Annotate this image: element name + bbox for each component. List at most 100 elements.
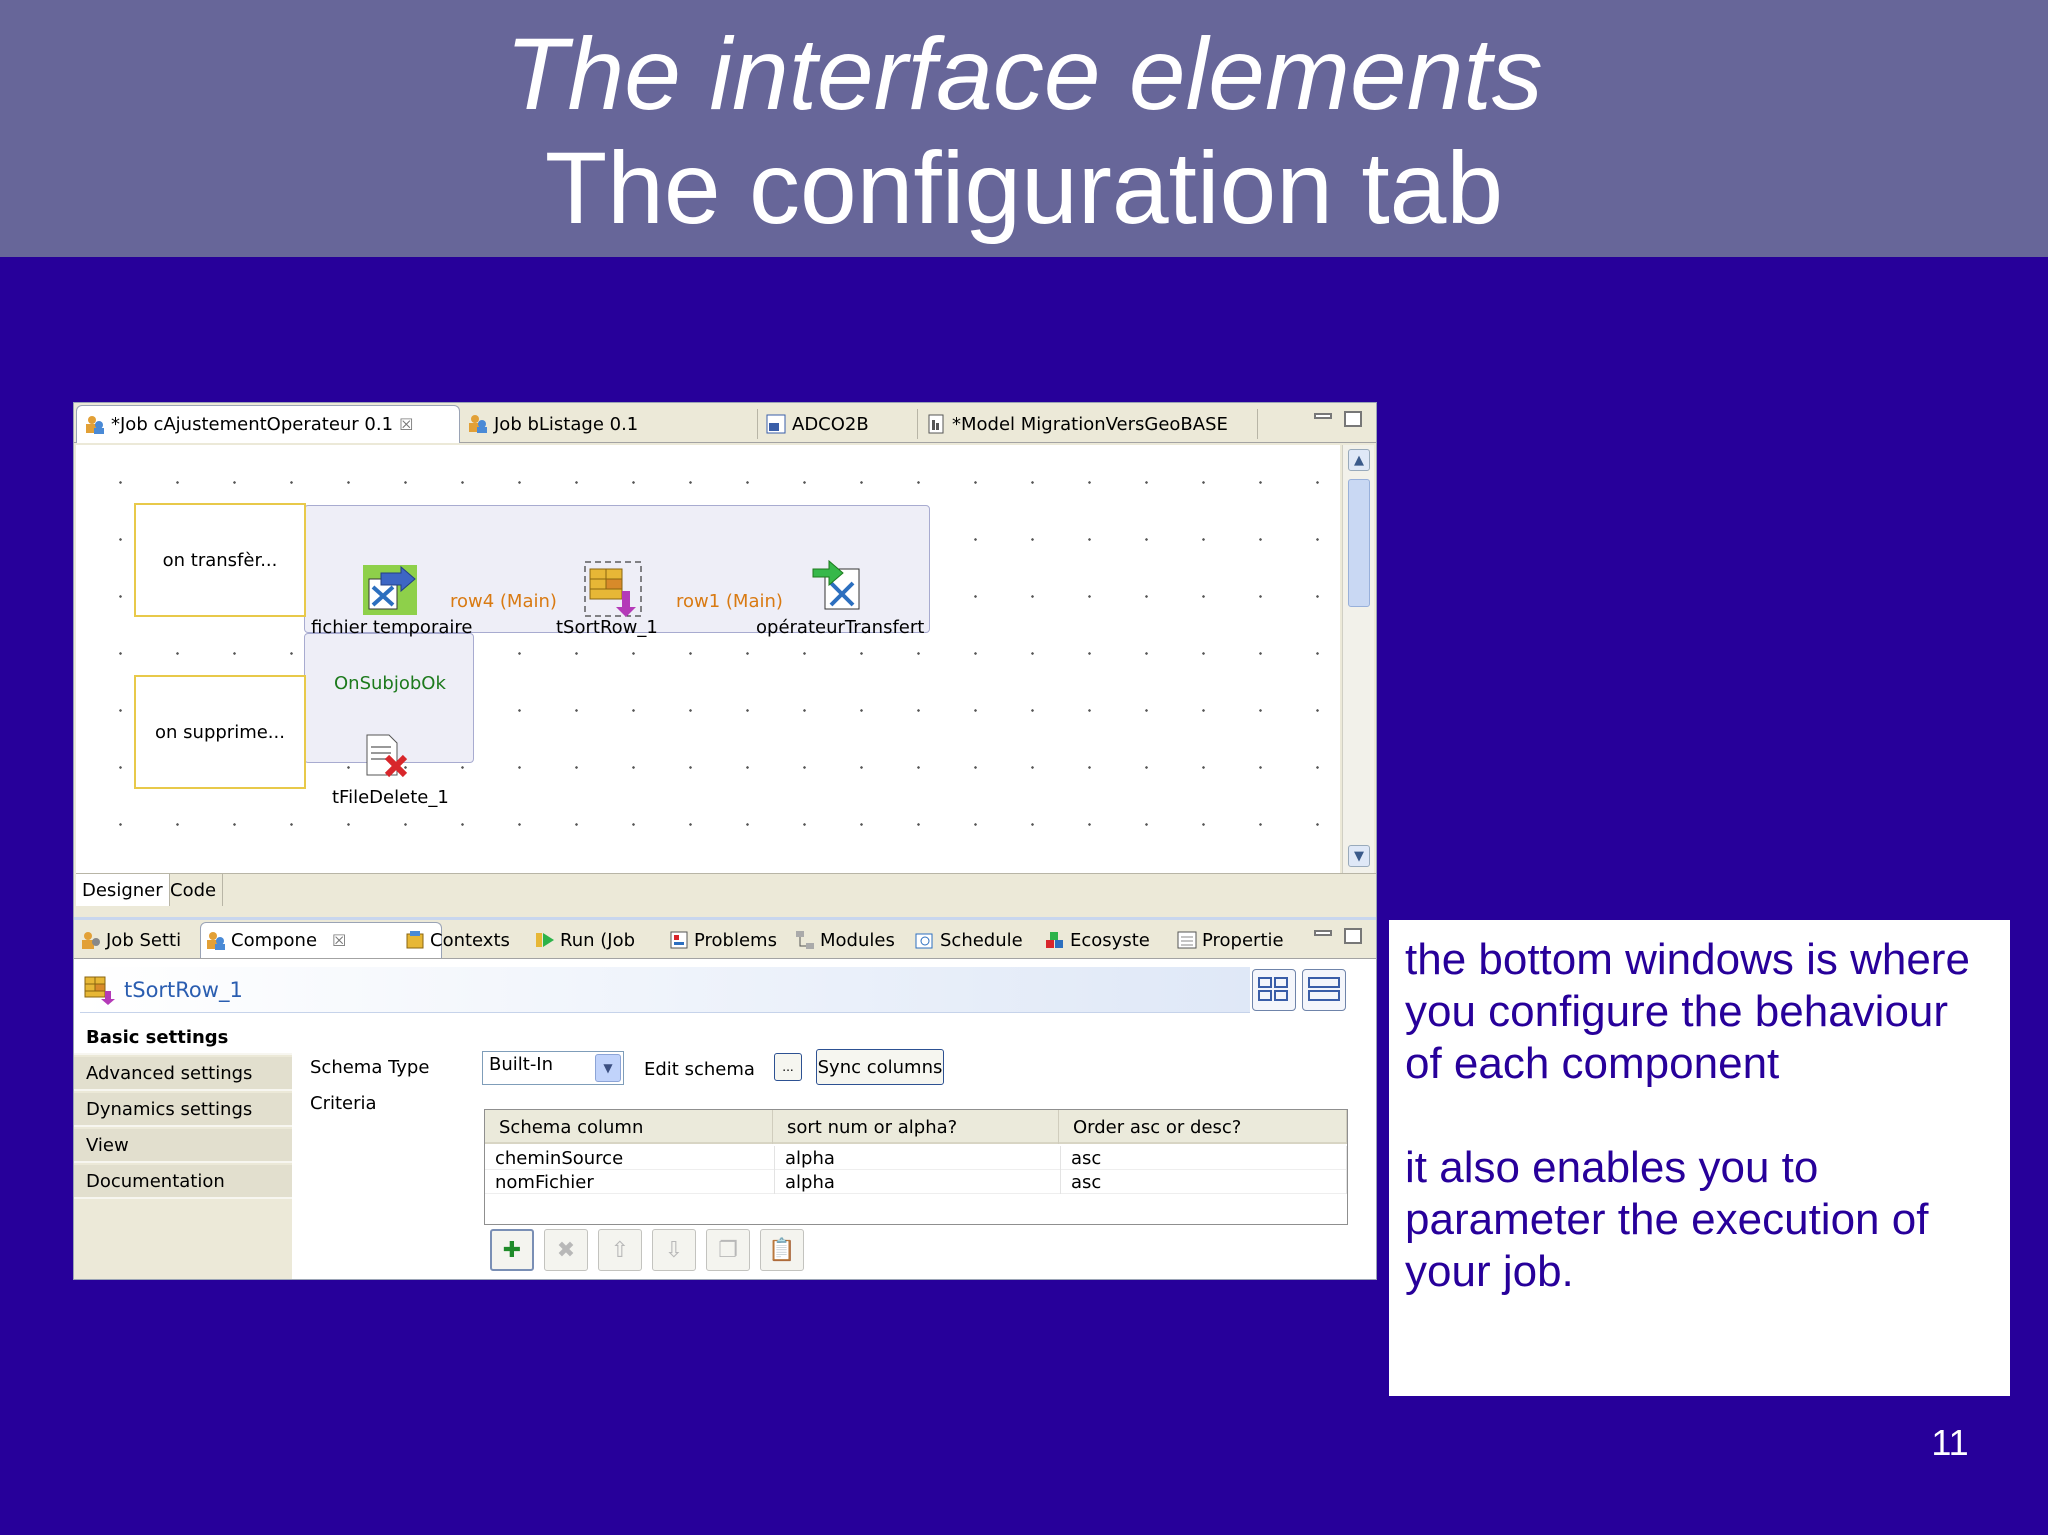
tab-label: ADCO2B — [792, 413, 869, 435]
tab-label: Propertie — [1202, 929, 1284, 951]
note-delete[interactable]: on supprime... — [134, 675, 306, 789]
close-icon[interactable]: ☒ — [332, 931, 346, 950]
file-output-icon — [812, 559, 860, 610]
caption-box: the bottom windows is where you configur… — [1389, 920, 2010, 1396]
sort-row-icon — [584, 561, 642, 617]
component-panel: tSortRow_1 Basic settings Advanced setti… — [74, 959, 1376, 1279]
maximize-icon[interactable] — [1344, 411, 1362, 427]
table-cell[interactable]: asc — [1061, 1146, 1347, 1170]
tab-designer[interactable]: Designer — [76, 874, 170, 906]
sidebar-item-dynamics-settings[interactable]: Dynamics settings — [74, 1093, 292, 1127]
tab-job-blistage[interactable]: Job bListage 0.1 — [460, 405, 758, 443]
sidebar-item-view[interactable]: View — [74, 1129, 292, 1163]
tab-label: Modules — [820, 929, 895, 951]
caption-paragraph: the bottom windows is where you configur… — [1405, 935, 1970, 1088]
talend-screenshot: *Job cAjustementOperateur 0.1 ☒ Job bLis… — [73, 402, 1377, 1280]
move-up-icon[interactable]: ⇧ — [598, 1229, 642, 1271]
ecosystem-icon — [1045, 930, 1065, 950]
link-label: row1 (Main) — [676, 591, 783, 612]
business-model-icon — [926, 414, 946, 434]
designer-code-tabs: Designer Code — [76, 873, 1376, 907]
tab-ecosystem[interactable]: Ecosyste — [1040, 922, 1155, 958]
editor-tab-bar: *Job cAjustementOperateur 0.1 ☒ Job bLis… — [74, 403, 1376, 443]
note-text: on supprime... — [155, 721, 285, 743]
tab-job-settings[interactable]: Job Setti — [76, 922, 186, 958]
tab-label: Contexts — [430, 929, 510, 951]
add-icon[interactable]: ✚ — [490, 1229, 534, 1271]
table-cell[interactable]: nomFichier — [485, 1170, 775, 1194]
maximize-icon[interactable] — [1344, 928, 1362, 944]
schedule-icon — [915, 930, 935, 950]
tab-modules[interactable]: Modules — [790, 922, 900, 958]
properties-icon — [1177, 930, 1197, 950]
sidebar-item-basic-settings[interactable]: Basic settings — [74, 1021, 292, 1055]
job-icon — [468, 414, 488, 434]
page-number: 11 — [1931, 1422, 1969, 1463]
sidebar-item-documentation[interactable]: Documentation — [74, 1165, 292, 1199]
minimize-icon[interactable] — [1314, 413, 1332, 419]
scroll-up-icon[interactable]: ▲ — [1348, 449, 1370, 471]
metadata-icon — [766, 414, 786, 434]
move-down-icon[interactable]: ⇩ — [652, 1229, 696, 1271]
schema-type-select[interactable]: Built-In ▼ — [482, 1051, 624, 1085]
tab-job-cajustement[interactable]: *Job cAjustementOperateur 0.1 ☒ — [76, 405, 460, 443]
criteria-label: Criteria — [310, 1093, 377, 1114]
column-header[interactable]: Order asc or desc? — [1059, 1110, 1347, 1144]
tab-adco2b[interactable]: ADCO2B — [758, 405, 918, 443]
tab-label: Ecosyste — [1070, 929, 1150, 951]
table-cell[interactable]: alpha — [775, 1170, 1061, 1194]
close-icon[interactable]: ☒ — [399, 415, 413, 434]
table-row[interactable]: cheminSource alpha asc — [485, 1146, 1347, 1170]
tab-model-migration[interactable]: *Model MigrationVersGeoBASE — [918, 405, 1258, 443]
note-transfer[interactable]: on transfèr... — [134, 503, 306, 617]
column-header[interactable]: Schema column — [485, 1110, 773, 1144]
designer-canvas[interactable]: on transfèr... on supprime... fichier te… — [76, 445, 1340, 873]
link-label: row4 (Main) — [450, 591, 557, 612]
component-fichier-temporaire[interactable] — [363, 565, 417, 615]
scroll-down-icon[interactable]: ▼ — [1348, 845, 1370, 867]
table-cell[interactable]: cheminSource — [485, 1146, 775, 1170]
schema-type-value: Built-In — [489, 1054, 554, 1075]
canvas-scrollbar[interactable]: ▲ ▼ — [1342, 445, 1374, 873]
tab-label: Compone — [231, 930, 318, 951]
column-header[interactable]: sort num or alpha? — [773, 1110, 1059, 1144]
table-view-icon[interactable] — [1252, 969, 1296, 1011]
component-icon — [206, 931, 226, 951]
note-text: on transfèr... — [162, 549, 278, 571]
chevron-down-icon[interactable]: ▼ — [595, 1054, 621, 1082]
component-operateur-transfert[interactable] — [811, 559, 867, 615]
form-view-icon[interactable] — [1302, 969, 1346, 1011]
trigger-label: OnSubjobOk — [334, 673, 446, 694]
table-cell[interactable]: asc — [1061, 1170, 1347, 1194]
component-tsortrow[interactable] — [584, 561, 642, 617]
sidebar-item-advanced-settings[interactable]: Advanced settings — [74, 1057, 292, 1091]
scroll-thumb[interactable] — [1348, 479, 1370, 607]
modules-icon — [795, 930, 815, 950]
tab-code[interactable]: Code — [164, 874, 224, 906]
paste-icon[interactable]: 📋 — [760, 1229, 804, 1271]
tab-run-job[interactable]: Run (Job — [530, 922, 640, 958]
view-tab-bar: Job Setti Compone ☒ Contexts Run (Job Pr… — [74, 917, 1376, 959]
file-input-icon — [363, 565, 417, 615]
tab-label: Job Setti — [106, 929, 182, 951]
component-tfiledelete[interactable] — [361, 731, 411, 779]
sync-columns-button[interactable]: Sync columns — [816, 1049, 944, 1085]
component-label: opérateurTransfert — [756, 617, 925, 638]
delete-icon[interactable]: ✖ — [544, 1229, 588, 1271]
edit-schema-button[interactable]: ... — [774, 1053, 802, 1081]
table-cell[interactable]: alpha — [775, 1146, 1061, 1170]
copy-icon[interactable]: ❐ — [706, 1229, 750, 1271]
caption-paragraph: it also enables you to parameter the exe… — [1405, 1143, 1929, 1296]
settings-sidebar: Basic settings Advanced settings Dynamic… — [74, 1021, 292, 1279]
tab-properties[interactable]: Propertie — [1172, 922, 1289, 958]
tab-contexts[interactable]: Contexts — [400, 922, 515, 958]
sort-row-icon — [84, 975, 116, 1005]
tab-scheduler[interactable]: Schedule — [910, 922, 1028, 958]
tab-problems[interactable]: Problems — [664, 922, 782, 958]
job-settings-icon — [81, 930, 101, 950]
problems-icon — [669, 930, 689, 950]
component-name: tSortRow_1 — [124, 977, 243, 1002]
minimize-icon[interactable] — [1314, 930, 1332, 936]
criteria-table[interactable]: Schema column sort num or alpha? Order a… — [484, 1109, 1348, 1225]
table-row[interactable]: nomFichier alpha asc — [485, 1170, 1347, 1194]
